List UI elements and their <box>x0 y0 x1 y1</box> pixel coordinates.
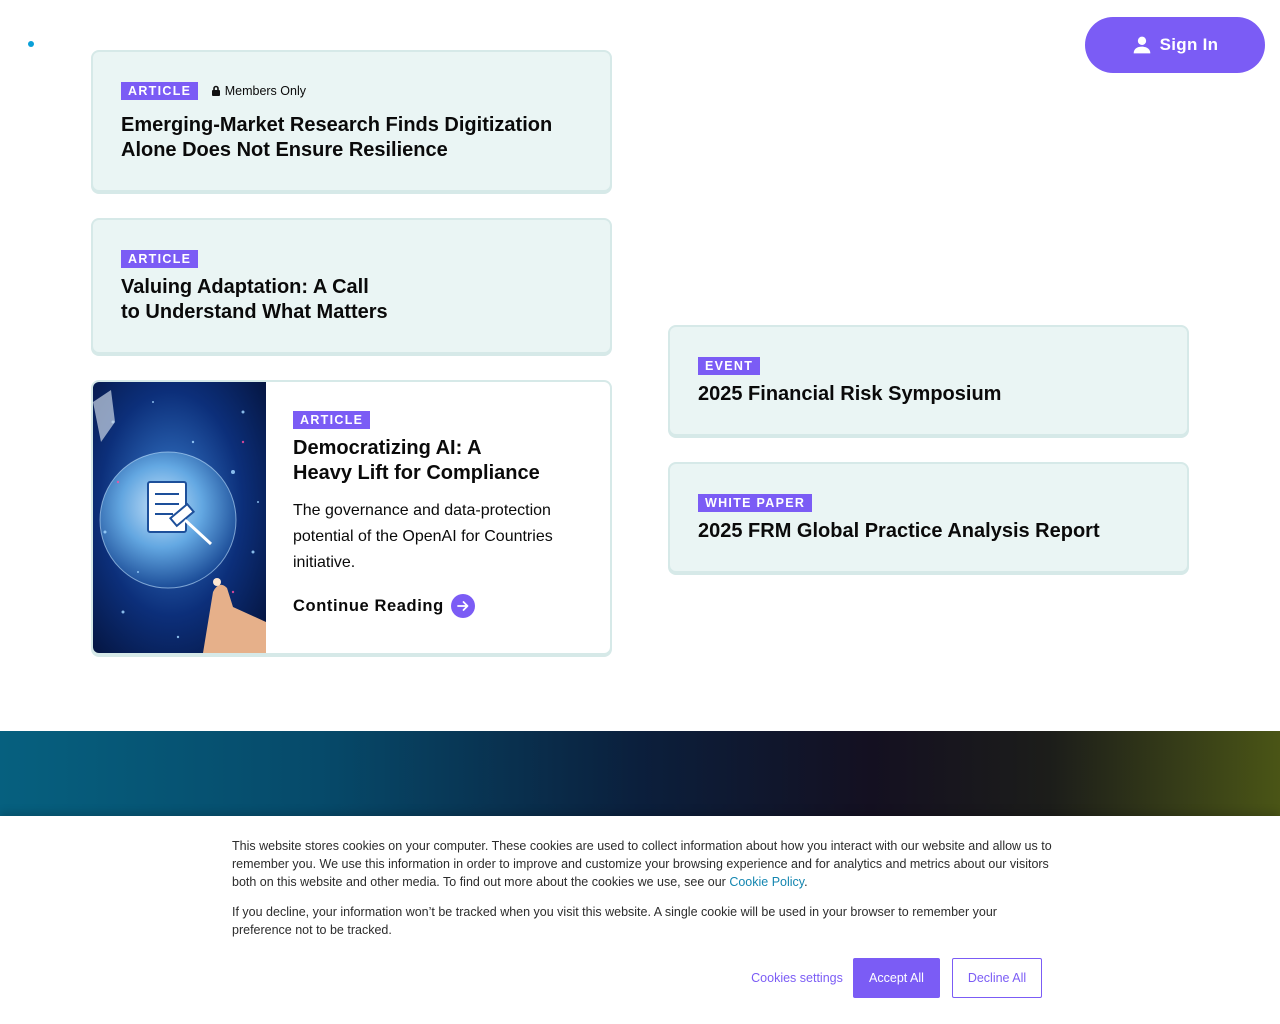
sign-in-label: Sign In <box>1159 35 1219 54</box>
accept-all-button[interactable]: Accept All <box>853 958 940 998</box>
card-title-line-1: Democratizing AI: A <box>293 437 482 459</box>
members-only-text: Members Only <box>224 83 306 98</box>
cookie-text-period: . <box>804 875 808 889</box>
article-thumbnail-image <box>93 382 266 653</box>
article-card-adaptation[interactable]: ARTICLE Valuing Adaptation: A Call to Un… <box>91 218 612 354</box>
lock-icon <box>211 85 220 97</box>
gradient-banner <box>0 731 1280 821</box>
card-title-line-2: Alone Does Not Ensure Resilience <box>121 139 448 161</box>
card-title[interactable]: 2025 FRM Global Practice Analysis Report <box>698 519 1100 544</box>
cookie-text-1: This website stores cookies on your comp… <box>232 839 1052 889</box>
decline-all-button[interactable]: Decline All <box>952 958 1042 998</box>
event-card-symposium[interactable]: EVENT 2025 Financial Risk Symposium <box>668 325 1189 436</box>
content-type-badge: ARTICLE <box>293 411 371 429</box>
card-title[interactable]: 2025 Financial Risk Symposium <box>698 382 1001 407</box>
card-title-line-2: Heavy Lift for Compliance <box>293 462 540 484</box>
cookie-notice-text: This website stores cookies on your comp… <box>232 837 1052 891</box>
content-type-badge: WHITE PAPER <box>698 494 813 512</box>
content-type-badge: ARTICLE <box>121 82 199 100</box>
cookie-policy-link[interactable]: Cookie Policy <box>729 875 804 889</box>
article-card-democratizing-ai[interactable]: ARTICLE Democratizing AI: A Heavy Lift f… <box>91 380 612 655</box>
continue-reading-link[interactable]: Continue Reading <box>293 594 475 618</box>
card-title[interactable]: Valuing Adaptation: A Call to Understand… <box>121 275 388 325</box>
cookies-settings-button[interactable]: Cookies settings <box>748 958 846 998</box>
content-type-badge: ARTICLE <box>121 250 199 268</box>
white-paper-card-frm[interactable]: WHITE PAPER 2025 FRM Global Practice Ana… <box>668 462 1189 573</box>
arrow-right-icon <box>450 594 475 618</box>
continue-reading-label: Continue Reading <box>293 596 444 615</box>
logo-dot <box>28 41 34 47</box>
sign-in-button[interactable]: Sign In <box>1085 17 1265 73</box>
article-card-digitization[interactable]: ARTICLE Members Only Emerging-Market Res… <box>91 50 612 192</box>
card-title[interactable]: Democratizing AI: A Heavy Lift for Compl… <box>293 436 593 486</box>
content-type-badge: EVENT <box>698 357 761 375</box>
card-description: The governance and data-protection poten… <box>293 502 553 571</box>
card-title-line-2: to Understand What Matters <box>121 301 388 323</box>
card-title-line-1: Emerging-Market Research Finds Digitizat… <box>121 114 553 136</box>
card-title-line-1: Valuing Adaptation: A Call <box>121 276 369 298</box>
user-icon <box>1133 36 1150 54</box>
cookie-decline-text: If you decline, your information won’t b… <box>232 905 997 937</box>
members-only-label: Members Only <box>211 84 306 98</box>
card-title[interactable]: Emerging-Market Research Finds Digitizat… <box>121 113 552 163</box>
cookie-banner: This website stores cookies on your comp… <box>0 816 1280 1024</box>
